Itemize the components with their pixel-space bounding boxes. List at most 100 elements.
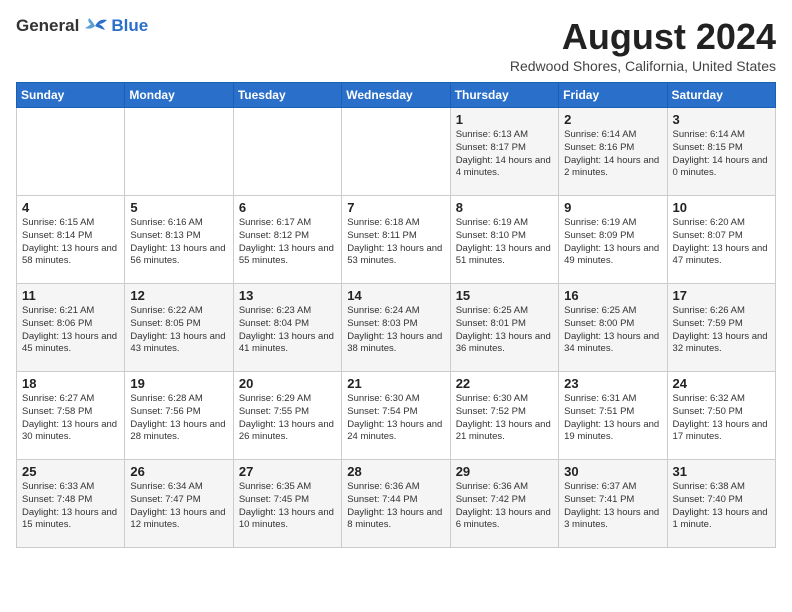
day-number: 3 [673,112,770,127]
calendar-cell: 28 Sunrise: 6:36 AM Sunset: 7:44 PM Dayli… [342,460,450,548]
day-number: 14 [347,288,444,303]
calendar-cell: 4Sunrise: 6:15 AM Sunset: 8:14 PM Daylig… [17,196,125,284]
day-number: 25 [22,464,119,479]
calendar-week-row: 1 Sunrise: 6:13 AM Sunset: 8:17 PM Daylig… [17,108,776,196]
day-info: Sunrise: 6:26 AM Sunset: 7:59 PM Dayligh… [673,305,770,356]
day-number: 5 [130,200,227,215]
day-info: Sunrise: 6:38 AM Sunset: 7:40 PM Dayligh… [673,481,770,532]
day-number: 7 [347,200,444,215]
day-number: 21 [347,376,444,391]
logo-general: General [16,16,79,36]
calendar-cell: 3 Sunrise: 6:14 AM Sunset: 8:15 PM Daylig… [667,108,775,196]
calendar-header: SundayMondayTuesdayWednesdayThursdayFrid… [17,83,776,108]
calendar-cell: 21 Sunrise: 6:30 AM Sunset: 7:54 PM Dayli… [342,372,450,460]
calendar-cell [125,108,233,196]
day-number: 1 [456,112,553,127]
day-info: Sunrise: 6:17 AM Sunset: 8:12 PM Dayligh… [239,217,336,268]
calendar-cell: 16Sunrise: 6:25 AM Sunset: 8:00 PM Dayli… [559,284,667,372]
day-number: 13 [239,288,336,303]
day-info: Sunrise: 6:13 AM Sunset: 8:17 PM Dayligh… [456,129,553,180]
logo-blue: Blue [111,16,148,36]
calendar-cell: 31 Sunrise: 6:38 AM Sunset: 7:40 PM Dayli… [667,460,775,548]
day-number: 20 [239,376,336,391]
calendar-cell: 29Sunrise: 6:36 AM Sunset: 7:42 PM Dayli… [450,460,558,548]
calendar-week-row: 4Sunrise: 6:15 AM Sunset: 8:14 PM Daylig… [17,196,776,284]
calendar-cell [233,108,341,196]
day-info: Sunrise: 6:28 AM Sunset: 7:56 PM Dayligh… [130,393,227,444]
day-info: Sunrise: 6:34 AM Sunset: 7:47 PM Dayligh… [130,481,227,532]
calendar-cell: 2 Sunrise: 6:14 AM Sunset: 8:16 PM Daylig… [559,108,667,196]
calendar-cell: 25Sunrise: 6:33 AM Sunset: 7:48 PM Dayli… [17,460,125,548]
weekday-header-saturday: Saturday [667,83,775,108]
day-info: Sunrise: 6:21 AM Sunset: 8:06 PM Dayligh… [22,305,119,356]
calendar-cell: 10Sunrise: 6:20 AM Sunset: 8:07 PM Dayli… [667,196,775,284]
day-info: Sunrise: 6:31 AM Sunset: 7:51 PM Dayligh… [564,393,661,444]
day-number: 11 [22,288,119,303]
calendar-cell: 20 Sunrise: 6:29 AM Sunset: 7:55 PM Dayli… [233,372,341,460]
weekday-header-thursday: Thursday [450,83,558,108]
page-header: General Blue August 2024 Redwood Shores,… [16,16,776,74]
logo-bird-icon [81,16,109,36]
day-info: Sunrise: 6:36 AM Sunset: 7:44 PM Dayligh… [347,481,444,532]
day-info: Sunrise: 6:19 AM Sunset: 8:09 PM Dayligh… [564,217,661,268]
day-number: 17 [673,288,770,303]
calendar-week-row: 11 Sunrise: 6:21 AM Sunset: 8:06 PM Dayli… [17,284,776,372]
calendar-cell: 15 Sunrise: 6:25 AM Sunset: 8:01 PM Dayli… [450,284,558,372]
calendar-cell: 7 Sunrise: 6:18 AM Sunset: 8:11 PM Daylig… [342,196,450,284]
day-info: Sunrise: 6:24 AM Sunset: 8:03 PM Dayligh… [347,305,444,356]
calendar-cell: 19Sunrise: 6:28 AM Sunset: 7:56 PM Dayli… [125,372,233,460]
calendar-cell: 8 Sunrise: 6:19 AM Sunset: 8:10 PM Daylig… [450,196,558,284]
day-info: Sunrise: 6:22 AM Sunset: 8:05 PM Dayligh… [130,305,227,356]
day-info: Sunrise: 6:29 AM Sunset: 7:55 PM Dayligh… [239,393,336,444]
weekday-header-sunday: Sunday [17,83,125,108]
calendar-cell: 17 Sunrise: 6:26 AM Sunset: 7:59 PM Dayli… [667,284,775,372]
day-number: 24 [673,376,770,391]
calendar-cell: 9 Sunrise: 6:19 AM Sunset: 8:09 PM Daylig… [559,196,667,284]
day-number: 4 [22,200,119,215]
day-number: 15 [456,288,553,303]
calendar-cell: 11 Sunrise: 6:21 AM Sunset: 8:06 PM Dayli… [17,284,125,372]
day-info: Sunrise: 6:20 AM Sunset: 8:07 PM Dayligh… [673,217,770,268]
day-info: Sunrise: 6:35 AM Sunset: 7:45 PM Dayligh… [239,481,336,532]
day-info: Sunrise: 6:30 AM Sunset: 7:54 PM Dayligh… [347,393,444,444]
day-number: 12 [130,288,227,303]
day-number: 16 [564,288,661,303]
day-info: Sunrise: 6:18 AM Sunset: 8:11 PM Dayligh… [347,217,444,268]
weekday-header-monday: Monday [125,83,233,108]
calendar-body: 1 Sunrise: 6:13 AM Sunset: 8:17 PM Daylig… [17,108,776,548]
calendar-cell: 27Sunrise: 6:35 AM Sunset: 7:45 PM Dayli… [233,460,341,548]
calendar-cell: 13 Sunrise: 6:23 AM Sunset: 8:04 PM Dayli… [233,284,341,372]
day-number: 30 [564,464,661,479]
day-number: 8 [456,200,553,215]
day-number: 29 [456,464,553,479]
day-info: Sunrise: 6:14 AM Sunset: 8:16 PM Dayligh… [564,129,661,180]
day-number: 6 [239,200,336,215]
calendar-cell: 5 Sunrise: 6:16 AM Sunset: 8:13 PM Daylig… [125,196,233,284]
day-info: Sunrise: 6:25 AM Sunset: 8:01 PM Dayligh… [456,305,553,356]
day-info: Sunrise: 6:19 AM Sunset: 8:10 PM Dayligh… [456,217,553,268]
calendar-week-row: 25Sunrise: 6:33 AM Sunset: 7:48 PM Dayli… [17,460,776,548]
title-block: August 2024 Redwood Shores, California, … [510,16,776,74]
calendar-cell: 26Sunrise: 6:34 AM Sunset: 7:47 PM Dayli… [125,460,233,548]
calendar-cell: 14 Sunrise: 6:24 AM Sunset: 8:03 PM Dayli… [342,284,450,372]
day-info: Sunrise: 6:37 AM Sunset: 7:41 PM Dayligh… [564,481,661,532]
calendar-cell: 6 Sunrise: 6:17 AM Sunset: 8:12 PM Daylig… [233,196,341,284]
location-subtitle: Redwood Shores, California, United State… [510,58,776,74]
day-info: Sunrise: 6:32 AM Sunset: 7:50 PM Dayligh… [673,393,770,444]
day-info: Sunrise: 6:14 AM Sunset: 8:15 PM Dayligh… [673,129,770,180]
day-info: Sunrise: 6:30 AM Sunset: 7:52 PM Dayligh… [456,393,553,444]
calendar-week-row: 18Sunrise: 6:27 AM Sunset: 7:58 PM Dayli… [17,372,776,460]
calendar-cell: 30 Sunrise: 6:37 AM Sunset: 7:41 PM Dayli… [559,460,667,548]
day-number: 31 [673,464,770,479]
weekday-header-friday: Friday [559,83,667,108]
day-info: Sunrise: 6:16 AM Sunset: 8:13 PM Dayligh… [130,217,227,268]
weekday-header-wednesday: Wednesday [342,83,450,108]
month-year-title: August 2024 [510,16,776,58]
day-number: 18 [22,376,119,391]
calendar-cell: 23Sunrise: 6:31 AM Sunset: 7:51 PM Dayli… [559,372,667,460]
day-number: 2 [564,112,661,127]
day-number: 28 [347,464,444,479]
day-number: 9 [564,200,661,215]
day-info: Sunrise: 6:23 AM Sunset: 8:04 PM Dayligh… [239,305,336,356]
calendar-cell: 18Sunrise: 6:27 AM Sunset: 7:58 PM Dayli… [17,372,125,460]
